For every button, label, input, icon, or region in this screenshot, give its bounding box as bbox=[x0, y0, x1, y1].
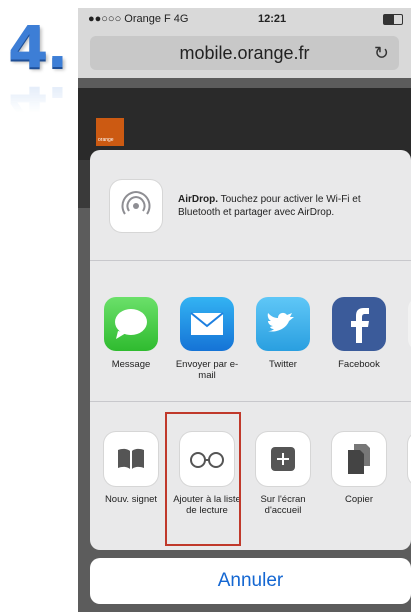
mail-icon bbox=[180, 297, 234, 351]
action-copy[interactable]: Copier bbox=[322, 432, 396, 505]
app-label: Facebook bbox=[338, 359, 380, 370]
step-number-reflection: 4. bbox=[8, 73, 67, 141]
bookmark-icon bbox=[104, 432, 158, 486]
facebook-icon bbox=[332, 297, 386, 351]
apps-row: Message Envoyer par e-mail Twitter Faceb… bbox=[90, 261, 411, 402]
share-app-twitter[interactable]: Twitter bbox=[246, 297, 320, 370]
twitter-icon bbox=[256, 297, 310, 351]
add-to-home-icon bbox=[256, 432, 310, 486]
url-field[interactable]: mobile.orange.fr ↻ bbox=[90, 36, 399, 70]
step-number: 4. bbox=[8, 13, 68, 81]
action-label: Sur l'écran d'accueil bbox=[260, 494, 306, 516]
action-label: Nouv. signet bbox=[104, 494, 158, 505]
share-sheet: AirDrop. Touchez pour activer le Wi-Fi e… bbox=[90, 150, 411, 550]
message-icon bbox=[104, 297, 158, 351]
airdrop-description: AirDrop. Touchez pour activer le Wi-Fi e… bbox=[178, 194, 361, 218]
airdrop-icon[interactable] bbox=[110, 180, 162, 232]
cancel-button[interactable]: Annuler bbox=[90, 558, 411, 604]
carrier-label: ●●○○○ Orange F 4G bbox=[88, 13, 189, 25]
action-more[interactable] bbox=[398, 432, 411, 486]
app-label: Message bbox=[111, 359, 151, 370]
battery-icon bbox=[383, 14, 403, 25]
actions-row: Nouv. signet Ajouter à la liste de lectu… bbox=[90, 402, 411, 550]
app-label: Twitter bbox=[269, 359, 297, 370]
action-add-to-home[interactable]: Sur l'écran d'accueil bbox=[246, 432, 320, 516]
share-app-facebook[interactable]: Facebook bbox=[322, 297, 396, 370]
url-text: mobile.orange.fr bbox=[179, 43, 310, 63]
reload-icon[interactable]: ↻ bbox=[374, 36, 389, 70]
status-bar: ●●○○○ Orange F 4G 12:21 bbox=[78, 8, 411, 30]
address-bar: mobile.orange.fr ↻ bbox=[78, 30, 411, 78]
action-label: Copier bbox=[345, 494, 373, 505]
highlight-box bbox=[165, 412, 241, 546]
clock: 12:21 bbox=[258, 13, 287, 25]
copy-icon bbox=[332, 432, 386, 486]
share-app-mail[interactable]: Envoyer par e-mail bbox=[170, 297, 244, 381]
app-label: Envoyer par e-mail bbox=[175, 359, 239, 381]
share-app-message[interactable]: Message bbox=[94, 297, 168, 370]
share-app-more[interactable] bbox=[398, 297, 411, 351]
action-bookmark[interactable]: Nouv. signet bbox=[94, 432, 168, 505]
airdrop-row[interactable]: AirDrop. Touchez pour activer le Wi-Fi e… bbox=[90, 150, 411, 261]
orange-logo: orange bbox=[96, 118, 124, 146]
